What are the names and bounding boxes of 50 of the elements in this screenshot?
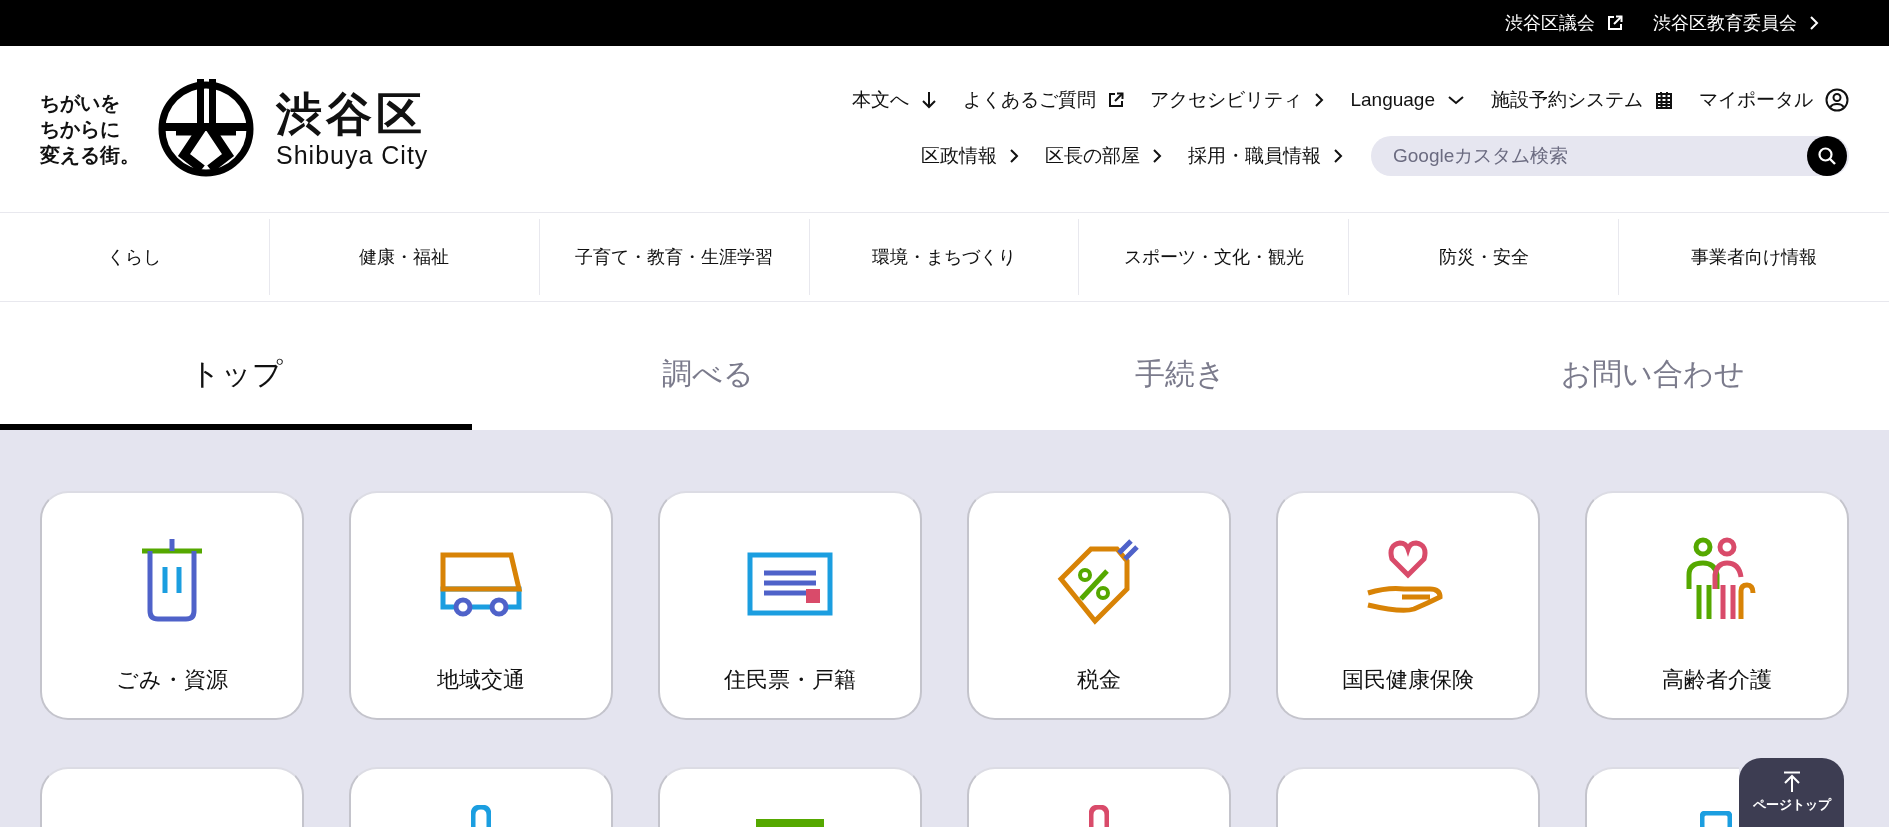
header-link[interactable]: アクセシビリティ: [1150, 85, 1325, 115]
category-nav-link[interactable]: 環境・まちづくり: [872, 243, 1016, 271]
logo-title: 渋谷区: [276, 88, 427, 140]
search-icon: [1817, 146, 1837, 167]
frame-icon: [1700, 811, 1732, 827]
tagline-text: ちがいを: [40, 91, 121, 116]
header-link[interactable]: マイポータル: [1699, 85, 1849, 115]
header-link[interactable]: 区政情報: [921, 142, 1019, 171]
category-nav-link[interactable]: 健康・福祉: [359, 243, 450, 271]
top-link[interactable]: 渋谷区教育委員会: [1653, 9, 1819, 37]
header-link[interactable]: 採用・職員情報: [1188, 142, 1343, 171]
category-card[interactable]: 高齢者介護: [1585, 491, 1849, 720]
category-card[interactable]: 地域交通: [349, 491, 613, 720]
search-field[interactable]: Googleカスタム検索: [1371, 136, 1849, 177]
calendar-icon: [1655, 91, 1673, 109]
category-card[interactable]: 国民健康保険: [1276, 491, 1540, 720]
bar-icon: [756, 819, 824, 827]
chevron-right-icon: [1009, 148, 1019, 165]
header-link[interactable]: 区長の部屋: [1045, 142, 1162, 171]
arrow-up-icon: [1781, 770, 1802, 793]
header-link[interactable]: Language: [1350, 85, 1465, 115]
top-link[interactable]: 渋谷区議会: [1505, 9, 1623, 37]
category-nav-link[interactable]: くらし: [107, 243, 162, 271]
category-nav-link[interactable]: 子育て・教育・生涯学習: [575, 243, 774, 271]
category-card[interactable]: 住民票・戸籍: [658, 491, 922, 720]
logo-subtitle: Shibuya City: [276, 140, 429, 170]
category-card[interactable]: 税金: [967, 491, 1231, 720]
logo-icon: [156, 79, 256, 179]
header-link[interactable]: よくあるご質問: [963, 85, 1125, 115]
arrow-down-icon: [921, 91, 938, 109]
user-icon: [1825, 88, 1849, 112]
chevron-right-icon: [1333, 148, 1343, 165]
page-top-button[interactable]: ページトップ: [1739, 758, 1844, 827]
category-nav-link[interactable]: 事業者向け情報: [1691, 243, 1818, 271]
tagline-text: 変える街。: [40, 143, 140, 168]
tagline-text: ちからに: [40, 117, 121, 142]
external-link-icon: [1108, 92, 1125, 108]
external-link-icon: [1607, 15, 1623, 31]
chevron-right-icon: [1314, 92, 1325, 108]
header-link[interactable]: 施設予約システム: [1491, 85, 1673, 115]
tab[interactable]: 調べる: [472, 302, 945, 430]
chevron-down-icon: [1447, 95, 1465, 105]
category-nav-link[interactable]: スポーツ・文化・観光: [1123, 243, 1304, 271]
chevron-right-icon: [1152, 148, 1162, 165]
tab[interactable]: お問い合わせ: [1416, 302, 1889, 430]
category-card[interactable]: ごみ・資源: [40, 491, 304, 720]
header-link[interactable]: 本文へ: [852, 85, 938, 115]
chevron-right-icon: [1809, 15, 1819, 31]
category-nav-link[interactable]: 防災・安全: [1438, 243, 1529, 271]
tab[interactable]: 手続き: [944, 302, 1417, 430]
